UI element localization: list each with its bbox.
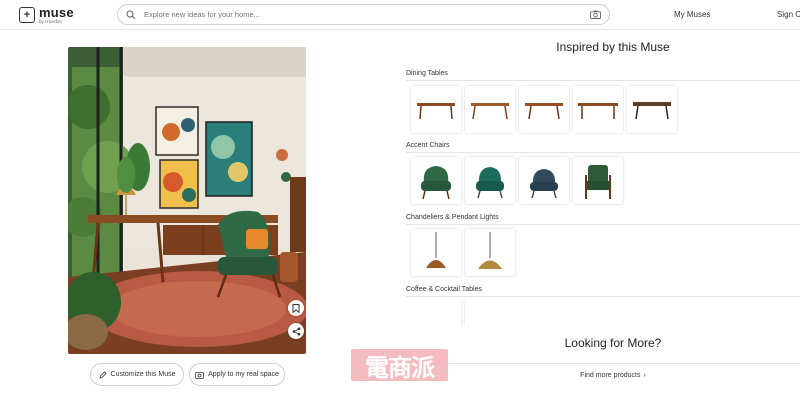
bookmark-icon [292, 303, 300, 313]
pendant-light-image [478, 231, 502, 269]
section-label-dining-tables: Dining Tables [406, 70, 448, 77]
product-card-dining-table[interactable] [627, 86, 677, 133]
watermark-logo: 電商派 [351, 349, 448, 382]
product-card-dining-table[interactable] [519, 86, 569, 133]
search-bar[interactable] [117, 4, 610, 25]
dining-table-image [525, 102, 563, 119]
nav-my-muses[interactable]: My Muses [674, 10, 710, 19]
search-icon [126, 9, 136, 19]
bookmark-button[interactable] [288, 300, 304, 316]
find-more-label: Find more products [580, 372, 641, 379]
edit-icon [98, 370, 107, 379]
chevron-right-icon: › [643, 372, 646, 379]
product-card-accent-chair[interactable] [411, 157, 461, 204]
pendant-lights-row [411, 229, 515, 276]
looking-for-more-title: Looking for More? [564, 336, 662, 350]
divider [406, 80, 800, 81]
search-input[interactable] [144, 10, 586, 19]
accent-chairs-row [411, 157, 623, 204]
dining-table-image [578, 102, 618, 119]
apply-to-space-button[interactable]: Apply to my real space [189, 363, 285, 386]
coffee-table-image [415, 315, 457, 327]
section-label-accent-chairs: Accent Chairs [406, 142, 450, 149]
product-card-dining-table[interactable] [573, 86, 623, 133]
divider [406, 152, 800, 153]
product-card-accent-chair[interactable] [519, 157, 569, 204]
pendant-light-image [426, 231, 446, 268]
accent-chair-image [421, 165, 451, 199]
product-card-pendant-light[interactable] [465, 229, 515, 276]
customize-muse-button[interactable]: Customize this Muse [90, 363, 184, 386]
product-card-dining-table[interactable] [465, 86, 515, 133]
share-button[interactable] [288, 323, 304, 339]
divider [406, 296, 800, 297]
room-illustration [68, 47, 306, 354]
accent-chair-image [585, 164, 611, 199]
customize-label: Customize this Muse [110, 371, 176, 378]
section-label-pendant-lights: Chandeliers & Pendant Lights [406, 214, 499, 221]
dining-table-image [633, 101, 671, 119]
product-card-accent-chair[interactable] [573, 157, 623, 204]
inspired-title: Inspired by this Muse [556, 40, 670, 54]
dining-tables-row [411, 86, 677, 133]
product-card-accent-chair[interactable] [465, 157, 515, 204]
product-card-coffee-table[interactable] [465, 301, 515, 326]
share-icon [292, 327, 300, 335]
accent-chair-image [476, 166, 504, 198]
product-card-dining-table[interactable] [411, 86, 461, 133]
logo-subtitle: by crossfire [39, 19, 63, 24]
product-card-coffee-table[interactable] [411, 301, 461, 326]
camera-icon[interactable] [590, 10, 601, 19]
divider [406, 224, 800, 225]
muse-logo[interactable]: + muse by crossfire [19, 6, 74, 25]
camera-icon [195, 371, 204, 379]
dining-table-image [417, 102, 455, 119]
find-more-products-link[interactable]: Find more products › [406, 363, 800, 387]
logo-plus-icon: + [19, 7, 35, 24]
muse-room-image[interactable] [68, 47, 306, 354]
coffee-table-image [469, 315, 511, 327]
accent-chair-image [530, 168, 558, 198]
nav-sign-in[interactable]: Sign C [777, 10, 800, 19]
coffee-tables-row [411, 301, 515, 326]
top-header: + muse by crossfire My Muses Sign C [0, 0, 800, 30]
logo-text: muse by crossfire [39, 6, 74, 25]
logo-word: muse [39, 5, 74, 20]
product-card-pendant-light[interactable] [411, 229, 461, 276]
section-label-coffee-tables: Coffee & Cocktail Tables [406, 286, 483, 293]
dining-table-image [471, 102, 509, 119]
apply-label: Apply to my real space [208, 371, 279, 378]
